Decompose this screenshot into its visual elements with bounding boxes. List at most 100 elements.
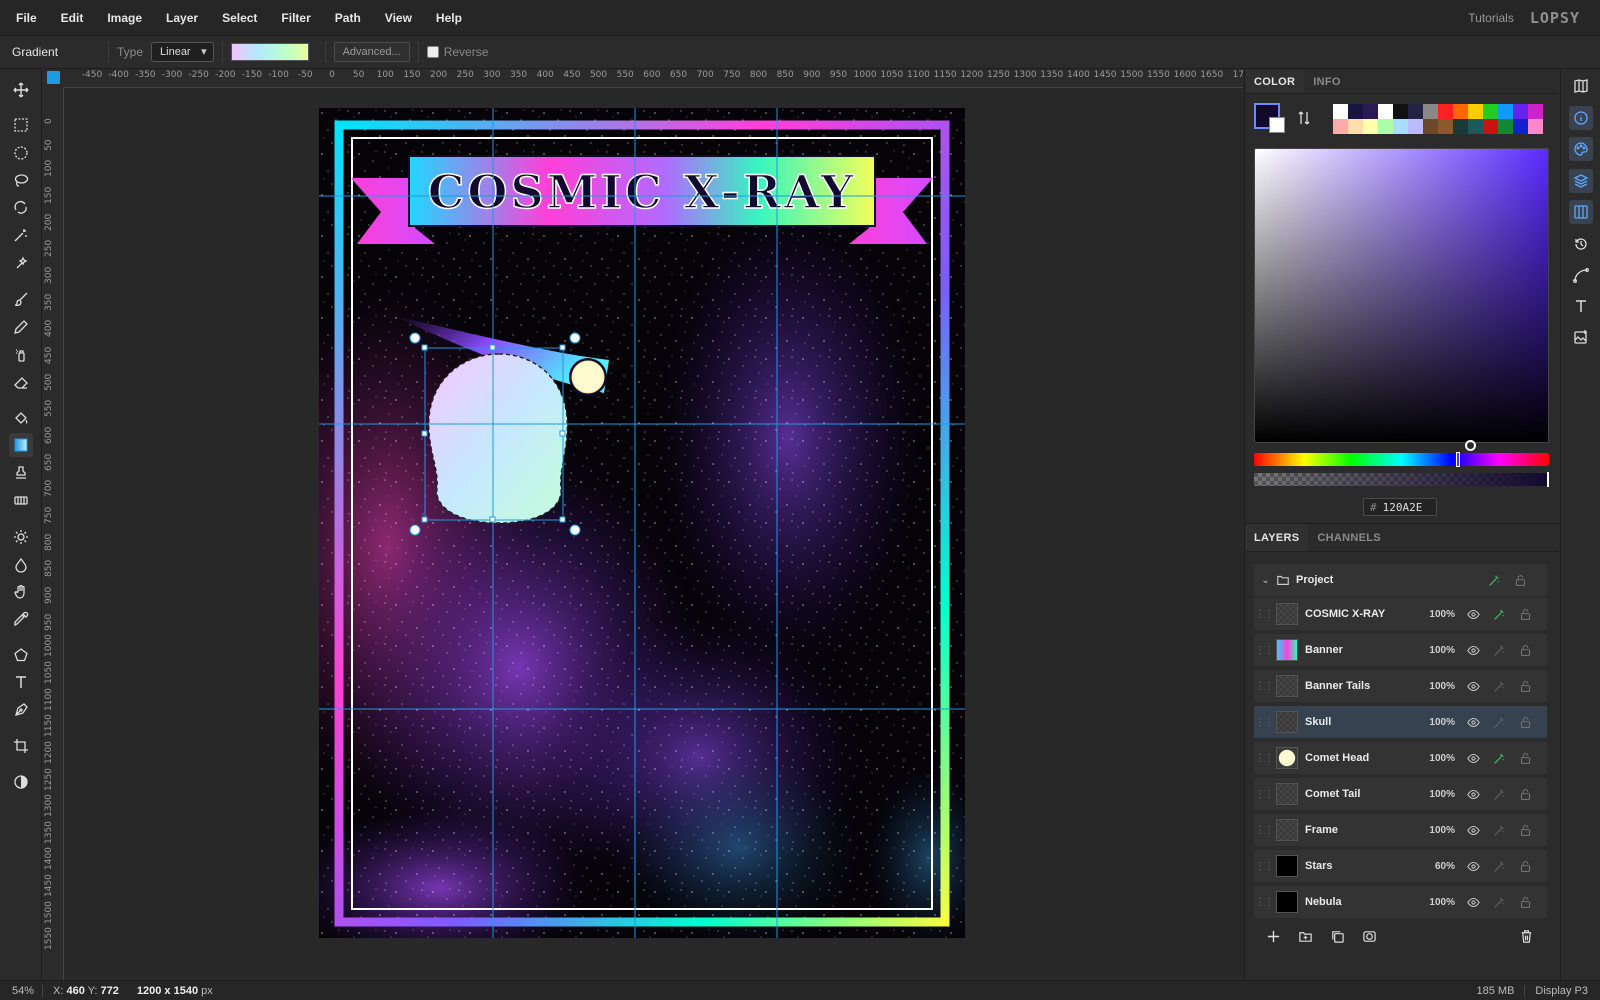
quick-select-tool-icon[interactable] <box>9 251 33 275</box>
layer-name[interactable]: Skull <box>1305 716 1423 728</box>
color-swatch[interactable] <box>1468 104 1483 119</box>
effects-icon[interactable] <box>1491 750 1507 766</box>
drag-handle-icon[interactable]: ⋮⋮ <box>1254 753 1274 764</box>
color-swatch[interactable] <box>1453 104 1468 119</box>
navigator-panel-icon[interactable] <box>1569 74 1593 98</box>
drag-handle-icon[interactable]: ⋮⋮ <box>1254 789 1274 800</box>
eyedropper-tool-icon[interactable] <box>9 607 33 631</box>
brush-tool-icon[interactable] <box>9 287 33 311</box>
hex-value[interactable]: 120A2E <box>1383 501 1423 514</box>
effects-icon[interactable] <box>1491 786 1507 802</box>
eye-icon[interactable] <box>1465 894 1481 910</box>
reverse-checkbox[interactable] <box>426 46 439 58</box>
color-profile[interactable]: Display P3 <box>1535 985 1600 997</box>
eye-icon[interactable] <box>1465 822 1481 838</box>
layer-row[interactable]: ⋮⋮ Banner Tails 100% <box>1254 670 1547 704</box>
effects-icon[interactable] <box>1491 642 1507 658</box>
color-panel-icon[interactable] <box>1569 137 1593 161</box>
eye-icon[interactable] <box>1465 714 1481 730</box>
layer-name[interactable]: Comet Tail <box>1305 788 1423 800</box>
menu-layer[interactable]: Layer <box>154 0 210 36</box>
gradient-tool-icon[interactable] <box>9 433 33 457</box>
lock-icon[interactable] <box>1517 894 1533 910</box>
menu-help[interactable]: Help <box>424 0 474 36</box>
layer-opacity[interactable]: 100% <box>1423 753 1455 764</box>
drag-handle-icon[interactable]: ⋮⋮ <box>1254 717 1274 728</box>
hue-slider[interactable] <box>1254 453 1549 466</box>
hex-input[interactable]: #120A2E <box>1363 498 1437 516</box>
lock-icon[interactable] <box>1517 750 1533 766</box>
layer-opacity[interactable]: 100% <box>1423 609 1455 620</box>
lasso-tool-icon[interactable] <box>9 168 33 192</box>
color-swatch[interactable] <box>1363 119 1378 134</box>
pen-tool-icon[interactable] <box>9 698 33 722</box>
swap-colors-icon[interactable] <box>1296 110 1316 130</box>
layer-name[interactable]: Stars <box>1305 860 1423 872</box>
color-swatch[interactable] <box>1483 104 1498 119</box>
effects-icon[interactable] <box>1491 678 1507 694</box>
ellipse-select-tool-icon[interactable] <box>9 141 33 165</box>
eye-icon[interactable] <box>1465 786 1481 802</box>
drag-handle-icon[interactable]: ⋮⋮ <box>1254 897 1274 908</box>
lock-icon[interactable] <box>1517 786 1533 802</box>
layer-name[interactable]: Comet Head <box>1305 752 1423 764</box>
eye-icon[interactable] <box>1465 642 1481 658</box>
ruler-vertical[interactable]: 0 50 100 150 200 250 300 350 400 450 500 550 600 650 7… <box>42 88 64 980</box>
gradient-type-select[interactable]: Linear <box>151 42 214 62</box>
ruler-horizontal[interactable]: -450 -400 -350 -300 -250 -200 -150 -100 -50 0 50 10… <box>64 70 1243 88</box>
color-swatch[interactable] <box>1513 104 1528 119</box>
layer-opacity[interactable]: 100% <box>1423 825 1455 836</box>
layer-row[interactable]: ⋮⋮ COSMIC X-RAY 100% <box>1254 598 1547 632</box>
spray-tool-icon[interactable] <box>9 343 33 367</box>
eye-icon[interactable] <box>1465 678 1481 694</box>
image-adjust-panel-icon[interactable] <box>1569 325 1593 349</box>
character-panel-icon[interactable] <box>1569 294 1593 318</box>
duplicate-layer-icon[interactable] <box>1327 926 1347 946</box>
clone-stamp-tool-icon[interactable] <box>9 461 33 485</box>
paint-bucket-tool-icon[interactable] <box>9 406 33 430</box>
effects-icon[interactable] <box>1491 714 1507 730</box>
advanced-button[interactable]: Advanced... <box>333 42 410 62</box>
move-tool-icon[interactable] <box>9 78 33 102</box>
color-swatch[interactable] <box>1528 104 1543 119</box>
document-canvas[interactable]: COSMIC X-RAY <box>319 108 965 938</box>
contrast-mode-icon[interactable] <box>9 770 33 794</box>
menu-view[interactable]: View <box>373 0 424 36</box>
layer-row[interactable]: ⋮⋮ Banner 100% <box>1254 634 1547 668</box>
dodge-tool-icon[interactable] <box>9 525 33 549</box>
drag-handle-icon[interactable]: ⋮⋮ <box>1254 645 1274 656</box>
color-swatch[interactable] <box>1498 119 1513 134</box>
effects-icon[interactable] <box>1486 572 1502 588</box>
effects-icon[interactable] <box>1491 606 1507 622</box>
add-layer-icon[interactable] <box>1263 926 1283 946</box>
layer-mask-icon[interactable] <box>1359 926 1379 946</box>
layer-opacity[interactable]: 60% <box>1423 861 1455 872</box>
layer-name[interactable]: COSMIC X-RAY <box>1305 608 1423 620</box>
pencil-tool-icon[interactable] <box>9 315 33 339</box>
layer-opacity[interactable]: 100% <box>1423 681 1455 692</box>
color-swatch[interactable] <box>1333 104 1348 119</box>
canvas-workspace[interactable]: COSMIC X-RAY <box>64 88 1243 980</box>
color-swatch[interactable] <box>1423 119 1438 134</box>
color-swatch[interactable] <box>1333 119 1348 134</box>
info-panel-icon[interactable] <box>1569 106 1593 130</box>
lock-icon[interactable] <box>1517 678 1533 694</box>
artwork[interactable]: COSMIC X-RAY <box>319 108 965 938</box>
color-picker-marker[interactable] <box>1465 440 1476 451</box>
color-swatch[interactable] <box>1408 104 1423 119</box>
menu-file[interactable]: File <box>0 0 49 36</box>
color-swatch[interactable] <box>1498 104 1513 119</box>
background-color-swatch[interactable] <box>1269 117 1285 133</box>
layer-row[interactable]: ⋮⋮ Comet Tail 100% <box>1254 778 1547 812</box>
color-swatch[interactable] <box>1348 119 1363 134</box>
drag-handle-icon[interactable]: ⋮⋮ <box>1254 609 1274 620</box>
menu-select[interactable]: Select <box>210 0 269 36</box>
layer-name[interactable]: Nebula <box>1305 896 1423 908</box>
lock-icon[interactable] <box>1517 858 1533 874</box>
color-swatch[interactable] <box>1438 104 1453 119</box>
color-swatch[interactable] <box>1378 119 1393 134</box>
tab-info[interactable]: INFO <box>1304 70 1349 93</box>
color-swatch[interactable] <box>1348 104 1363 119</box>
magnetic-lasso-tool-icon[interactable] <box>9 196 33 220</box>
lock-icon[interactable] <box>1517 642 1533 658</box>
